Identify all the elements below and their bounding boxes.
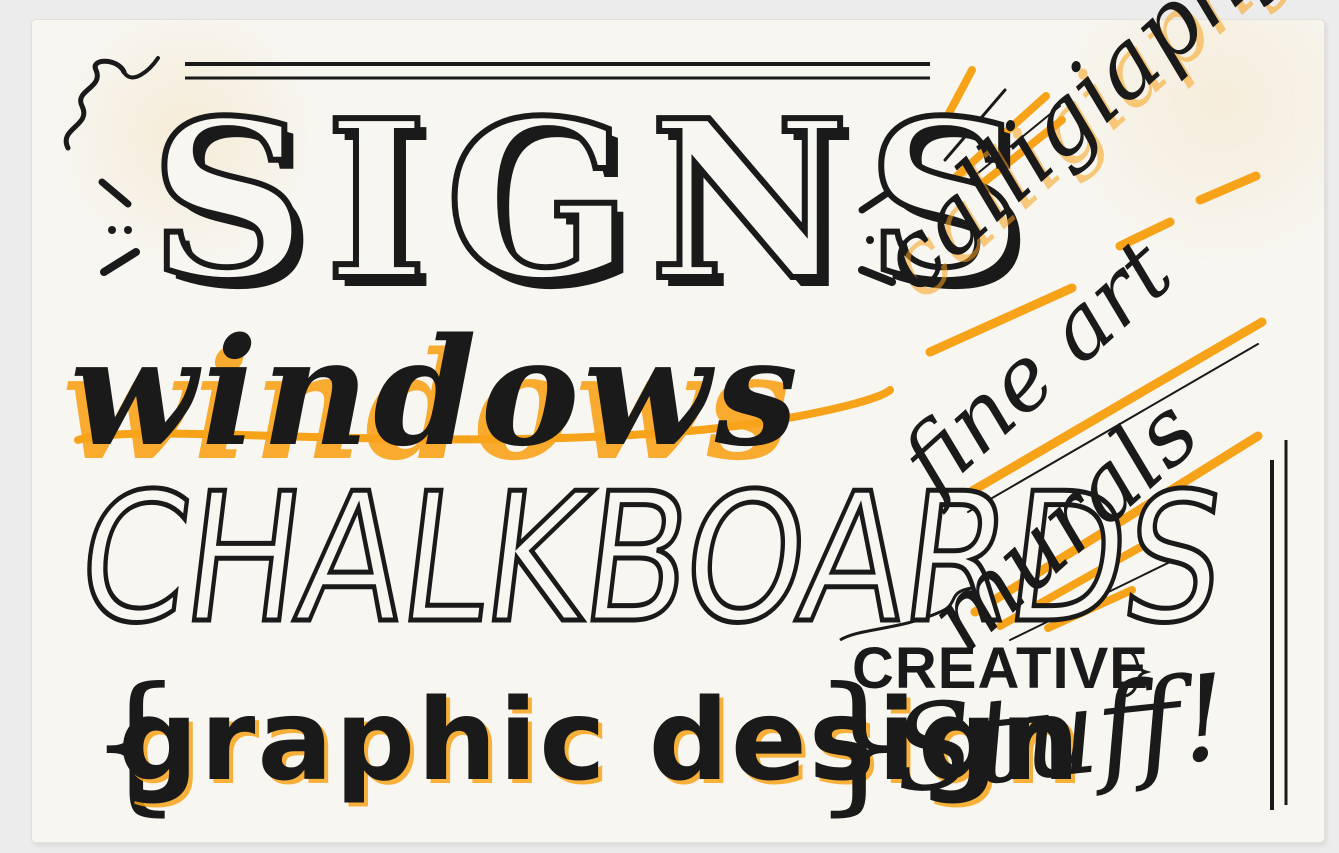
sparkle-left-top: [98, 178, 132, 208]
scanned-card-image: SIGNS windows CHALKBOARDS { graphic desi…: [0, 0, 1339, 853]
sparkle-left-bottom: [100, 248, 140, 276]
sparkle-left-dot-1: [108, 226, 116, 234]
sparkle-left-dot-2: [124, 226, 132, 234]
flourish-squiggle: [63, 58, 127, 151]
windows-text: windows: [70, 305, 803, 479]
stuff-text: Stuff!: [886, 647, 1235, 820]
